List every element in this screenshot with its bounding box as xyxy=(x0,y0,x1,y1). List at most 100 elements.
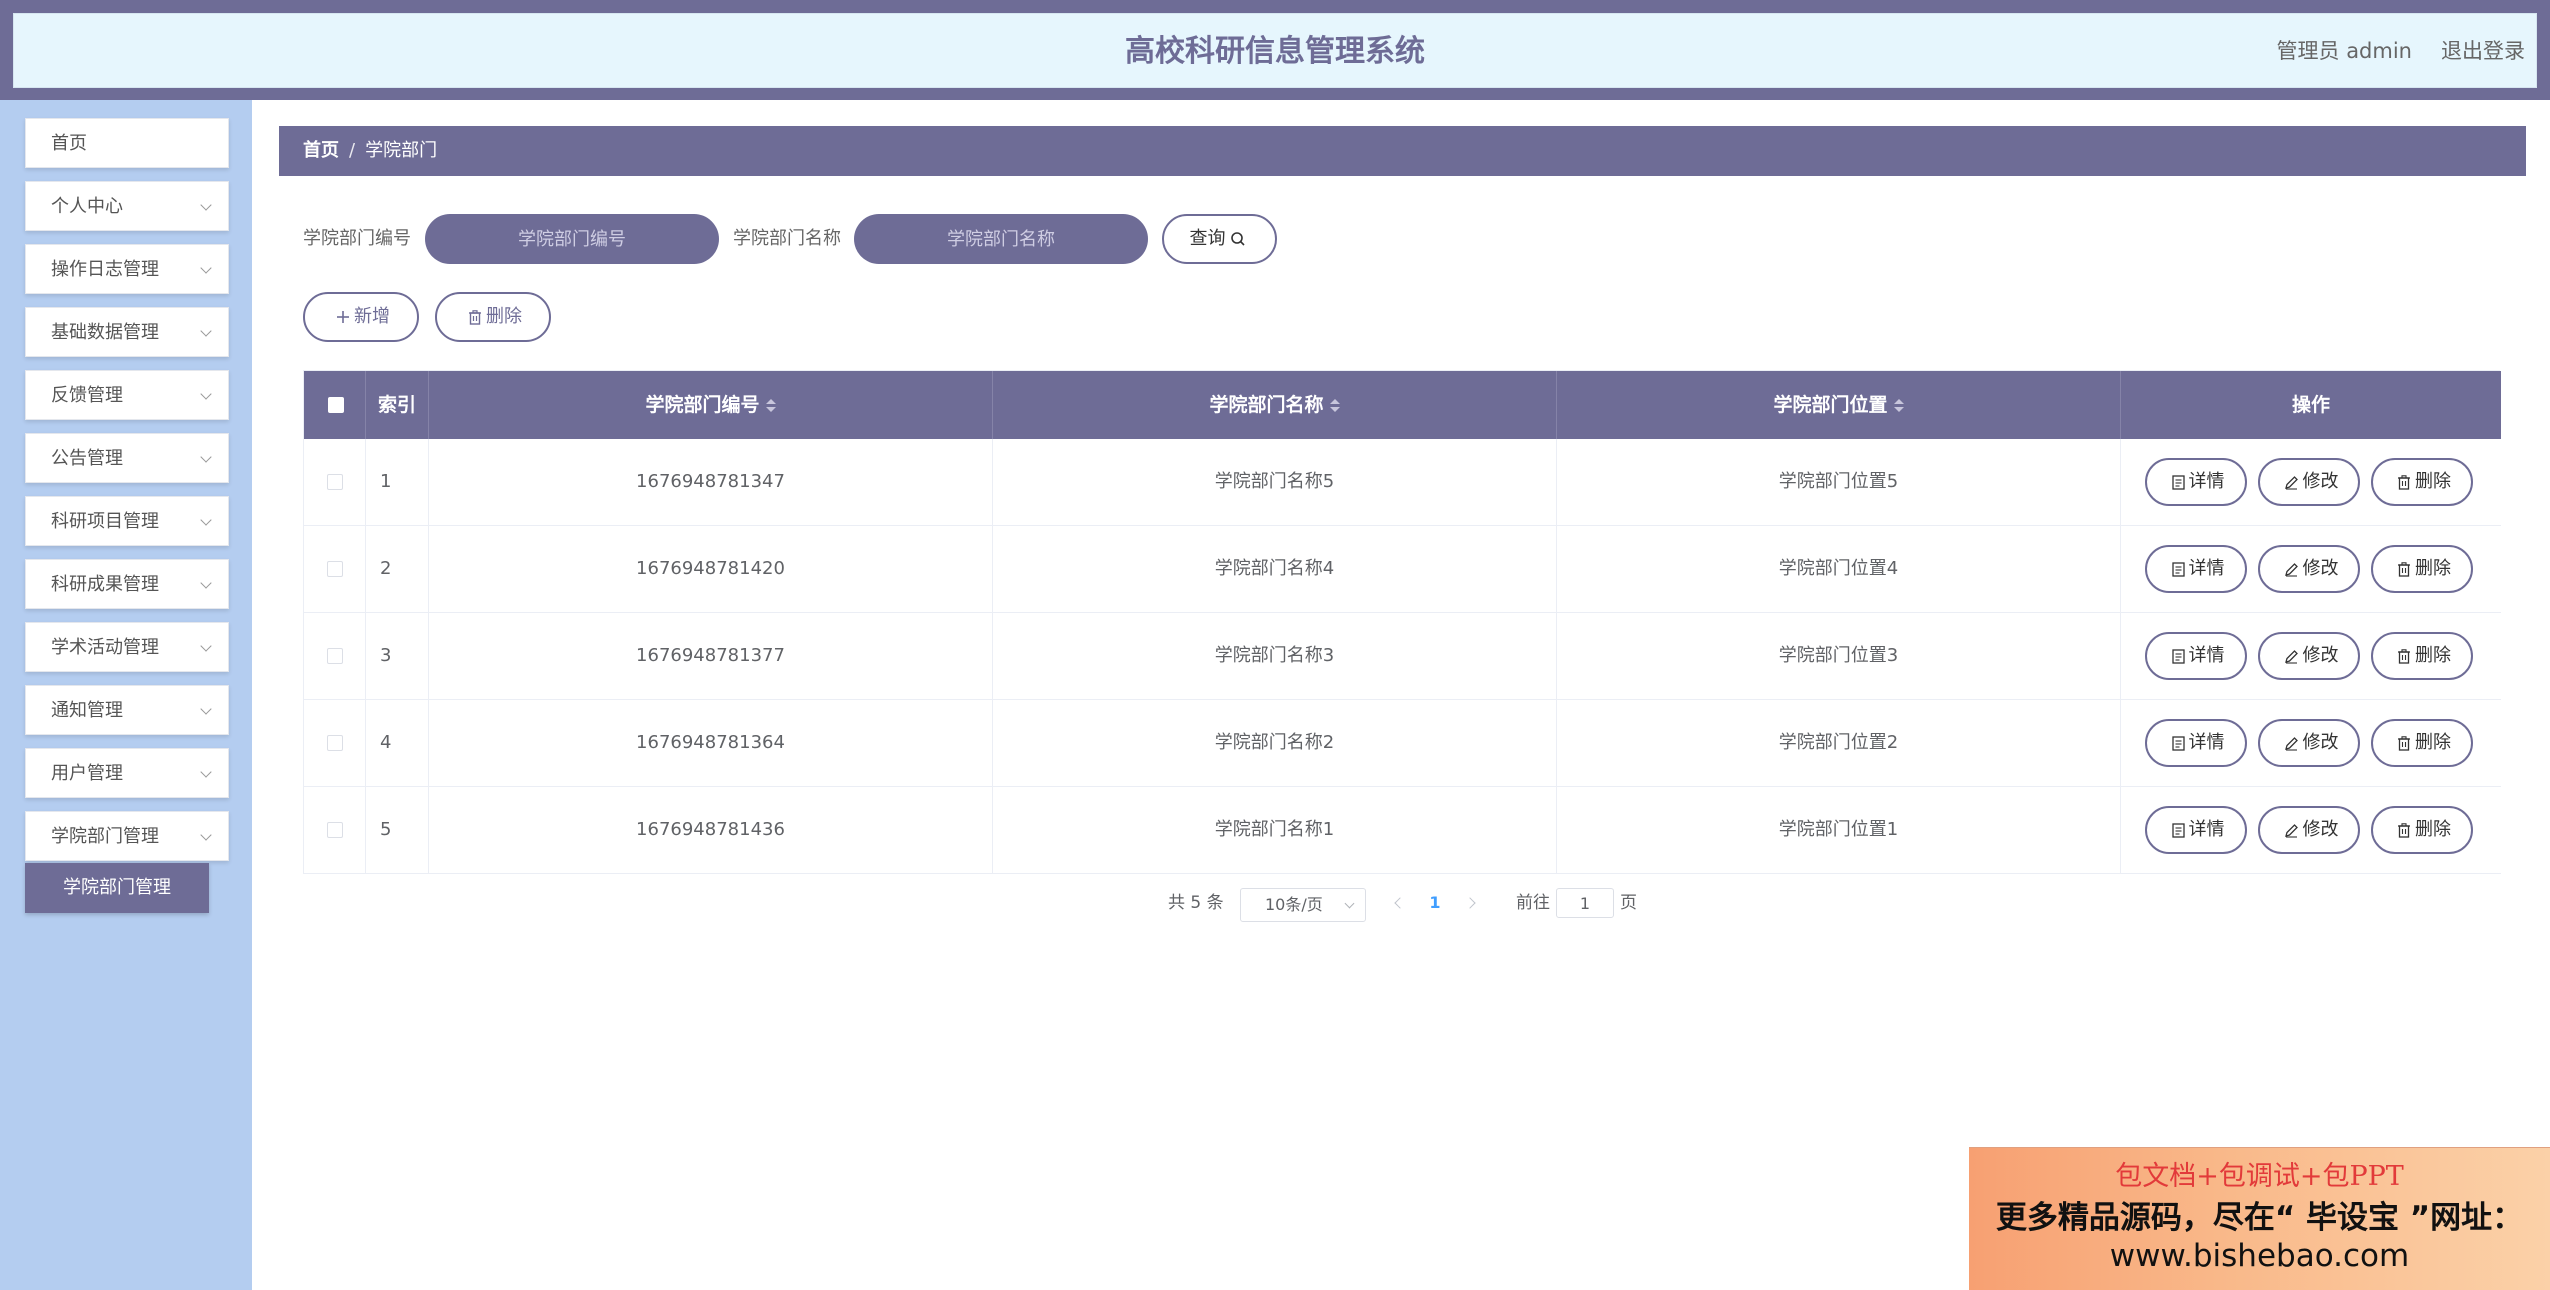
row-location: 学院部门位置5 xyxy=(1557,439,2121,525)
edit-button[interactable]: 修改 xyxy=(2258,632,2360,680)
sidebar-item-college-department[interactable]: 学院部门管理 xyxy=(25,811,229,861)
sidebar-item-feedback[interactable]: 反馈管理 xyxy=(25,370,229,420)
banner-line-1: 包文档+包调试+包PPT xyxy=(2115,1161,2404,1192)
chevron-down-icon xyxy=(200,182,214,232)
sidebar-item-basic-data[interactable]: 基础数据管理 xyxy=(25,307,229,357)
select-all-cell xyxy=(304,371,366,439)
query-button-label: 查询 xyxy=(1189,228,1226,249)
delete-button-label: 删除 xyxy=(2415,819,2451,840)
breadcrumb: 首页 / 学院部门 xyxy=(279,126,2526,176)
column-header-location[interactable]: 学院部门位置 xyxy=(1557,371,2121,439)
row-select-cell xyxy=(304,613,366,699)
code-search-input[interactable] xyxy=(425,214,719,264)
add-button-label: 新增 xyxy=(354,306,390,327)
banner-line-2: 更多精品源码，尽在“ 毕设宝 ”网址： xyxy=(1995,1200,2524,1236)
sidebar-subitem-college-department[interactable]: 学院部门管理 xyxy=(25,863,209,913)
code-search-label: 学院部门编号 xyxy=(303,228,411,249)
chevron-down-icon xyxy=(200,812,214,862)
select-all-checkbox[interactable] xyxy=(328,397,344,413)
delete-button[interactable]: 删除 xyxy=(2371,719,2473,767)
row-name: 学院部门名称1 xyxy=(993,787,1557,873)
sidebar-item-label: 首页 xyxy=(51,133,87,154)
chevron-down-icon xyxy=(200,497,214,547)
sidebar-item-user[interactable]: 用户管理 xyxy=(25,748,229,798)
row-checkbox[interactable] xyxy=(327,648,343,664)
row-location: 学院部门位置1 xyxy=(1557,787,2121,873)
goto-page-input[interactable] xyxy=(1556,888,1614,918)
sidebar-item-notification[interactable]: 通知管理 xyxy=(25,685,229,735)
query-button[interactable]: 查询 xyxy=(1162,214,1277,264)
detail-button-label: 详情 xyxy=(2188,732,2225,753)
sidebar-item-home[interactable]: 首页 xyxy=(25,118,229,168)
edit-button[interactable]: 修改 xyxy=(2258,545,2360,593)
sidebar-item-label: 学术活动管理 xyxy=(51,637,159,658)
sidebar-item-academic-activity[interactable]: 学术活动管理 xyxy=(25,622,229,672)
chevron-down-icon xyxy=(200,308,214,358)
row-actions: 详情 修改 删除 xyxy=(2121,439,2501,525)
delete-button[interactable]: 删除 xyxy=(2371,458,2473,506)
delete-button[interactable]: 删除 xyxy=(2371,632,2473,680)
sidebar-item-label: 基础数据管理 xyxy=(51,322,159,343)
sidebar: 首页 个人中心 操作日志管理 基础数据管理 反馈管理 公告管理 科研项目管理 科… xyxy=(0,100,252,1290)
page-size-select[interactable]: 10条/页 xyxy=(1240,888,1366,922)
sidebar-item-label: 公告管理 xyxy=(51,448,123,469)
delete-button-label: 删除 xyxy=(2415,732,2451,753)
row-index: 5 xyxy=(366,787,429,873)
sidebar-item-research-result[interactable]: 科研成果管理 xyxy=(25,559,229,609)
sidebar-item-label: 科研成果管理 xyxy=(51,574,159,595)
add-button[interactable]: 新增 xyxy=(303,292,419,342)
row-checkbox[interactable] xyxy=(327,822,343,838)
row-name: 学院部门名称3 xyxy=(993,613,1557,699)
detail-button[interactable]: 详情 xyxy=(2145,545,2247,593)
name-search-input[interactable] xyxy=(854,214,1148,264)
page-number-current[interactable]: 1 xyxy=(1422,886,1448,920)
chevron-down-icon xyxy=(200,623,214,673)
header: 高校科研信息管理系统 管理员 admin 退出登录 xyxy=(13,13,2537,88)
row-name: 学院部门名称4 xyxy=(993,526,1557,612)
row-actions: 详情 修改 删除 xyxy=(2121,613,2501,699)
trash-icon xyxy=(2398,735,2410,751)
edit-icon xyxy=(2284,736,2298,751)
sidebar-item-personal-center[interactable]: 个人中心 xyxy=(25,181,229,231)
document-icon xyxy=(2171,474,2185,490)
trash-icon xyxy=(2398,648,2410,664)
sidebar-item-research-project[interactable]: 科研项目管理 xyxy=(25,496,229,546)
breadcrumb-home[interactable]: 首页 xyxy=(303,140,339,161)
sidebar-item-announcement[interactable]: 公告管理 xyxy=(25,433,229,483)
edit-button[interactable]: 修改 xyxy=(2258,458,2360,506)
column-header-name[interactable]: 学院部门名称 xyxy=(993,371,1557,439)
detail-button[interactable]: 详情 xyxy=(2145,806,2247,854)
column-header-code[interactable]: 学院部门编号 xyxy=(429,371,993,439)
delete-button[interactable]: 删除 xyxy=(2371,545,2473,593)
watermark-banner: 包文档+包调试+包PPT 更多精品源码，尽在“ 毕设宝 ”网址： www.bis… xyxy=(1969,1147,2550,1290)
detail-button[interactable]: 详情 xyxy=(2145,719,2247,767)
edit-button[interactable]: 修改 xyxy=(2258,806,2360,854)
row-checkbox[interactable] xyxy=(327,474,343,490)
row-checkbox[interactable] xyxy=(327,735,343,751)
row-code: 1676948781377 xyxy=(429,613,993,699)
delete-button[interactable]: 删除 xyxy=(2371,806,2473,854)
logout-link[interactable]: 退出登录 xyxy=(2435,14,2531,89)
row-actions: 详情 修改 删除 xyxy=(2121,787,2501,873)
row-index: 3 xyxy=(366,613,429,699)
chevron-down-icon xyxy=(200,371,214,421)
prev-page-button[interactable] xyxy=(1388,886,1408,920)
trash-icon xyxy=(2398,474,2410,490)
sidebar-item-label: 用户管理 xyxy=(51,763,123,784)
sidebar-item-label: 反馈管理 xyxy=(51,385,123,406)
edit-button[interactable]: 修改 xyxy=(2258,719,2360,767)
document-icon xyxy=(2171,735,2185,751)
row-location: 学院部门位置3 xyxy=(1557,613,2121,699)
pagination-total: 共 5 条 xyxy=(1168,893,1224,913)
page-size-value: 10条/页 xyxy=(1265,895,1323,914)
sidebar-item-operation-log[interactable]: 操作日志管理 xyxy=(25,244,229,294)
row-checkbox[interactable] xyxy=(327,561,343,577)
column-header-actions: 操作 xyxy=(2291,394,2330,416)
row-select-cell xyxy=(304,439,366,525)
detail-button[interactable]: 详情 xyxy=(2145,632,2247,680)
edit-button-label: 修改 xyxy=(2302,732,2339,753)
data-table: 索引 学院部门编号 学院部门名称 学院部门位置 操作 1 167694878134… xyxy=(303,370,2501,874)
next-page-button[interactable] xyxy=(1462,886,1482,920)
batch-delete-button[interactable]: 删除 xyxy=(435,292,551,342)
detail-button[interactable]: 详情 xyxy=(2145,458,2247,506)
